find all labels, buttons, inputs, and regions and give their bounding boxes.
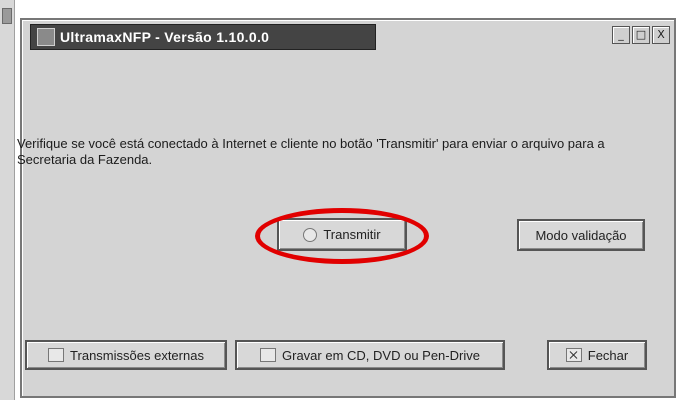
- window-title: UltramaxNFP - Versão 1.10.0.0: [60, 29, 270, 45]
- instruction-message: Verifique se você está conectado à Inter…: [17, 136, 605, 167]
- globe-icon: [48, 348, 65, 362]
- satellite-icon: [303, 227, 318, 242]
- close-app-label: Fechar: [587, 347, 629, 363]
- maximize-button[interactable]: □: [632, 26, 650, 44]
- scrollbar-nub: [2, 8, 12, 24]
- minimize-button[interactable]: _: [612, 26, 630, 44]
- validation-mode-label: Modo validação: [535, 227, 627, 243]
- app-icon: [37, 28, 55, 46]
- external-transmissions-button[interactable]: Transmissões externas: [25, 340, 227, 370]
- close-icon: [565, 348, 582, 362]
- close-app-button[interactable]: Fechar: [547, 340, 647, 370]
- background-window-edge: [0, 0, 15, 400]
- validation-mode-button[interactable]: Modo validação: [517, 219, 645, 251]
- close-button[interactable]: X: [652, 26, 670, 44]
- burn-media-button[interactable]: Gravar em CD, DVD ou Pen-Drive: [235, 340, 505, 370]
- transmit-button[interactable]: Transmitir: [277, 218, 407, 251]
- burn-media-label: Gravar em CD, DVD ou Pen-Drive: [282, 347, 480, 363]
- disc-icon: [260, 348, 277, 362]
- title-bar[interactable]: UltramaxNFP - Versão 1.10.0.0: [30, 24, 376, 50]
- external-transmissions-label: Transmissões externas: [70, 347, 204, 363]
- window-controls: _ □ X: [612, 26, 670, 44]
- transmit-button-label: Transmitir: [323, 227, 381, 242]
